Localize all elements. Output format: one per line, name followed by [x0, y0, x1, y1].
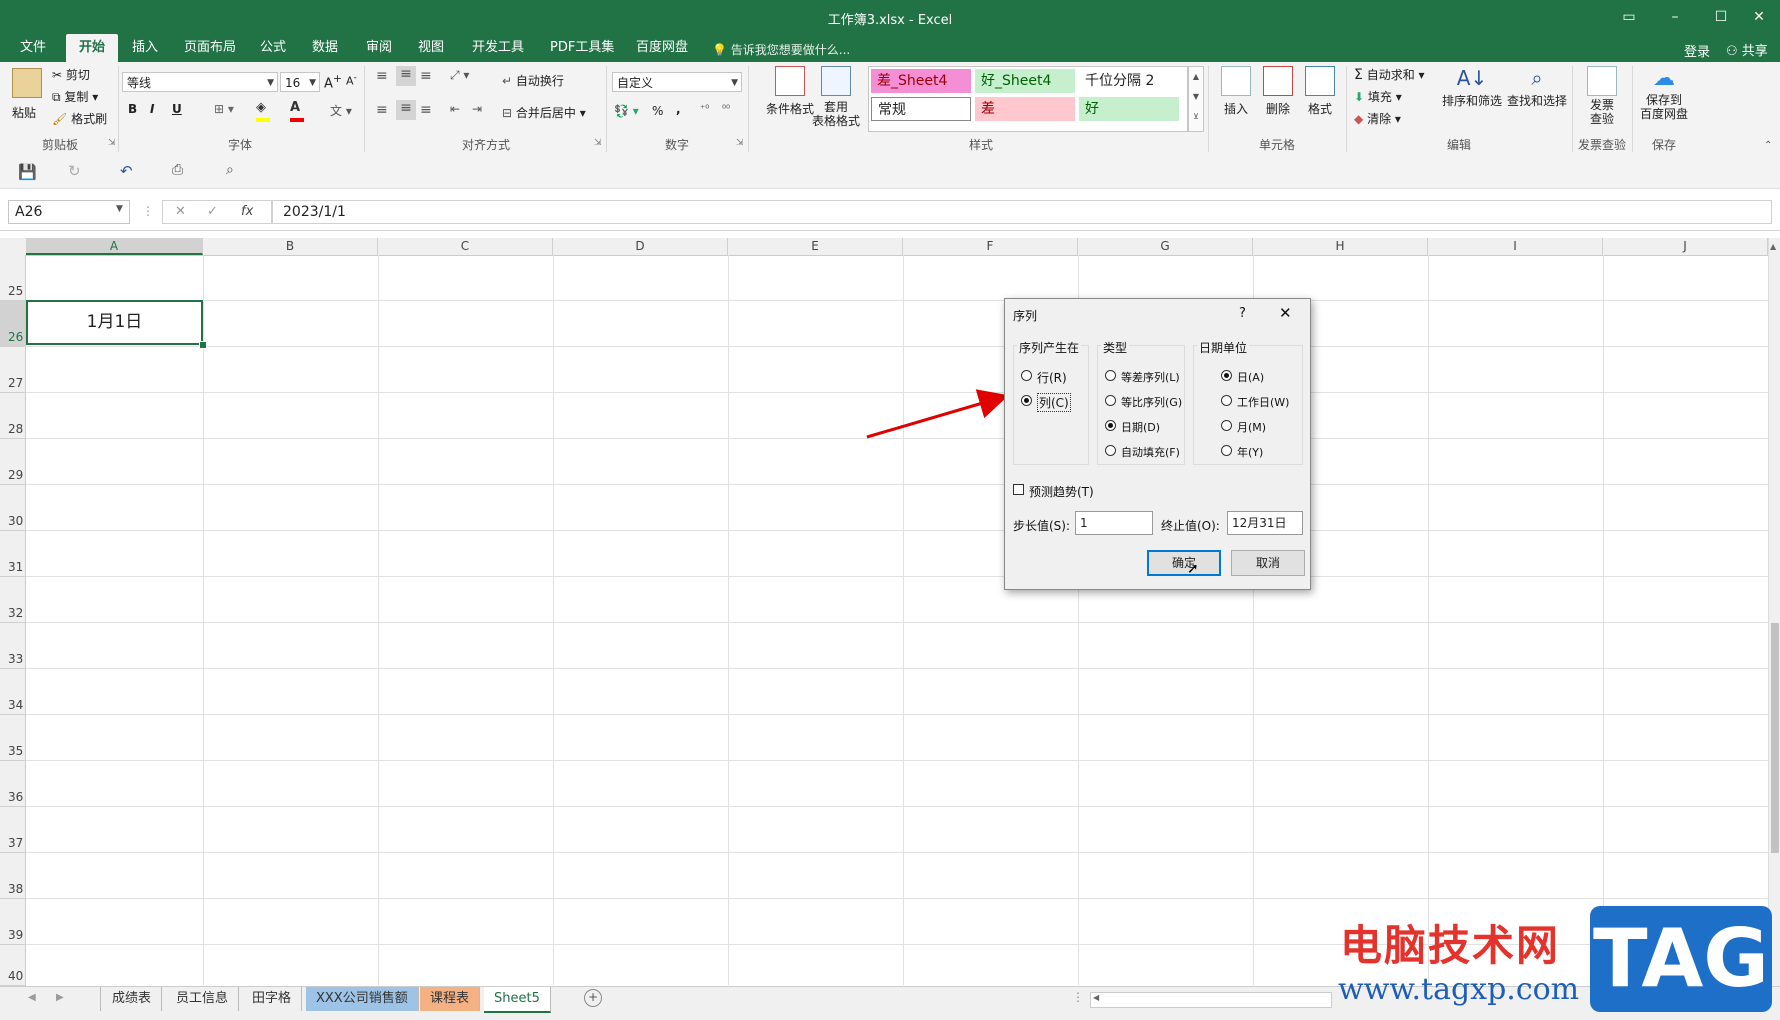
radio-button[interactable]	[1021, 370, 1032, 381]
close-icon[interactable]: ✕	[1279, 304, 1292, 322]
radio-button-selected[interactable]	[1021, 395, 1032, 406]
watermark-text: 电脑技术网	[1340, 921, 1561, 970]
arrow-to-columns	[866, 389, 1009, 439]
series-dialog: 序列 ? ✕ 序列产生在 行(R) 列(C) 类型 等差序列(L) 等比序列(G…	[1004, 298, 1311, 590]
mouse-cursor-icon: ➚	[1187, 561, 1199, 577]
ok-button[interactable]: 确定	[1147, 550, 1221, 576]
radio-button-selected[interactable]	[1105, 420, 1116, 431]
radio-button[interactable]	[1221, 445, 1232, 456]
date-unit-label: 日期单位	[1197, 339, 1250, 356]
watermark-url: www.tagxp.com	[1338, 972, 1580, 1007]
help-icon[interactable]: ?	[1239, 306, 1246, 321]
radio-weekday-label: 工作日(W)	[1237, 396, 1290, 409]
radio-columns-label: 列(C)	[1037, 393, 1071, 412]
step-value-input[interactable]: 1	[1075, 511, 1153, 535]
radio-day-label: 日(A)	[1237, 371, 1265, 384]
cancel-button[interactable]: 取消	[1231, 550, 1305, 576]
radio-year-label: 年(Y)	[1237, 446, 1264, 459]
series-in-label: 序列产生在	[1017, 339, 1082, 356]
step-label: 步长值(S):	[1013, 519, 1071, 533]
radio-button[interactable]	[1105, 395, 1116, 406]
radio-autofill-label: 自动填充(F)	[1121, 446, 1180, 459]
radio-rows-label: 行(R)	[1037, 371, 1067, 385]
trend-label: 预测趋势(T)	[1029, 485, 1094, 499]
type-label: 类型	[1101, 339, 1130, 356]
annotation-arrows	[866, 343, 1246, 570]
radio-button[interactable]	[1221, 420, 1232, 431]
radio-button-selected[interactable]	[1221, 370, 1232, 381]
radio-button[interactable]	[1105, 370, 1116, 381]
watermark-logo: TAG	[1590, 906, 1772, 1012]
radio-button[interactable]	[1105, 445, 1116, 456]
dialog-title: 序列	[1013, 309, 1038, 323]
radio-growth-label: 等比序列(G)	[1121, 396, 1183, 409]
radio-button[interactable]	[1221, 395, 1232, 406]
radio-linear-label: 等差序列(L)	[1121, 371, 1180, 384]
radio-month-label: 月(M)	[1237, 421, 1267, 434]
stop-label: 终止值(O):	[1161, 519, 1220, 533]
checkbox[interactable]	[1013, 484, 1024, 495]
radio-date-label: 日期(D)	[1121, 421, 1161, 434]
stop-value-input[interactable]: 12月31日	[1227, 511, 1303, 535]
